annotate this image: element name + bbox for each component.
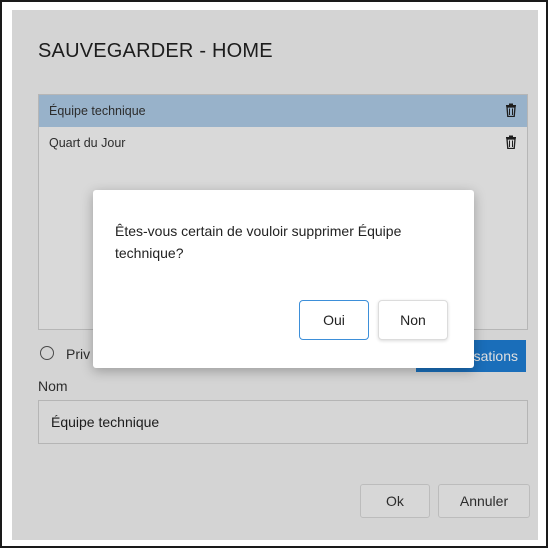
confirm-modal: Êtes-vous certain de vouloir supprimer É… xyxy=(93,190,474,368)
no-button[interactable]: Non xyxy=(378,300,448,340)
yes-button[interactable]: Oui xyxy=(299,300,369,340)
confirm-message: Êtes-vous certain de vouloir supprimer É… xyxy=(115,220,455,264)
